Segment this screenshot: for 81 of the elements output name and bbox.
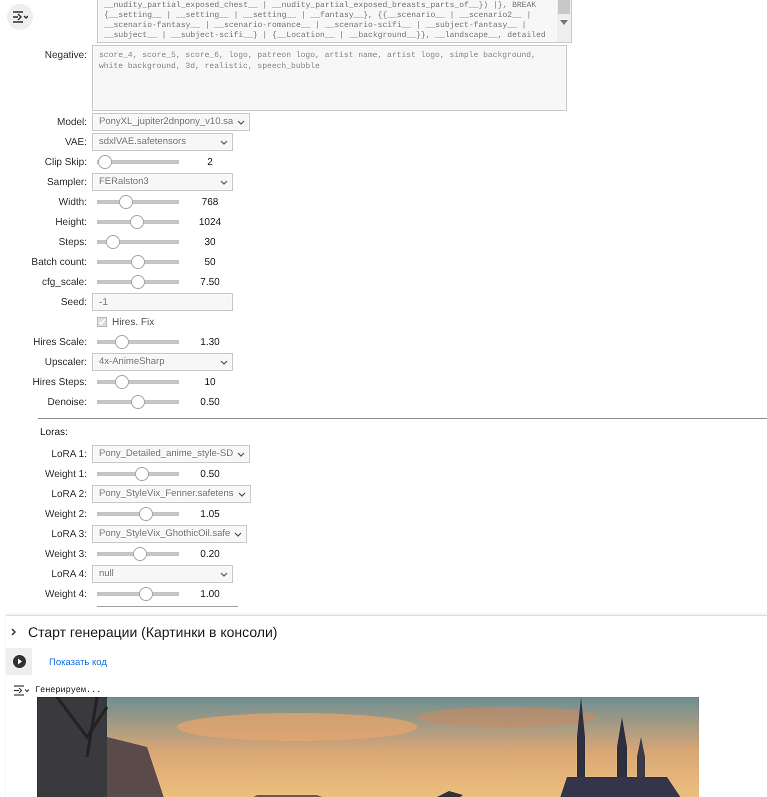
- slider-value: 2: [206, 156, 214, 170]
- caret-icon: [220, 140, 228, 144]
- field-label: Denoise:: [46, 396, 88, 410]
- seed-field[interactable]: -1: [92, 293, 233, 311]
- field-label: Sampler:: [46, 176, 88, 190]
- caret-icon: [237, 452, 246, 456]
- dropdown[interactable]: Pony_Detailed_anime_style-SD: [92, 445, 250, 463]
- slider-value: 1.30: [199, 336, 221, 350]
- field-label: Weight 4:: [44, 588, 88, 602]
- slider-value: 30: [203, 236, 217, 250]
- dropdown[interactable]: null: [92, 565, 233, 583]
- caret-icon: [220, 572, 228, 576]
- caret-icon: [238, 492, 246, 496]
- field-label: Model:: [56, 116, 88, 130]
- dropdown[interactable]: FERalston3: [92, 173, 233, 191]
- negative-prompt-field[interactable]: score_4, score_5, score_6, logo, patreon logo, artist name, artist logo, simple background, white background, 3d, realistic, speech_bubble: [92, 45, 567, 111]
- field-label: Seed:: [60, 296, 88, 310]
- slider-thumb[interactable]: [106, 235, 120, 249]
- cell-title: Старт генерации (Картинки в консоли): [28, 622, 278, 642]
- output-toggle-button[interactable]: [7, 4, 33, 30]
- slider-value: 0.50: [199, 468, 221, 482]
- output-text: Генерируем...: [35, 684, 102, 697]
- field-label: Steps:: [58, 236, 88, 250]
- field-label: cfg_scale:: [40, 276, 88, 290]
- slider-value: 1.05: [199, 508, 221, 522]
- slider-thumb[interactable]: [139, 507, 154, 521]
- field-label: VAE:: [64, 136, 88, 150]
- caret-icon: [237, 120, 246, 124]
- dropdown[interactable]: Pony_StyleVix_Fenner.safetens: [92, 485, 250, 503]
- expand-toggle-icon[interactable]: [10, 628, 18, 636]
- slider-thumb[interactable]: [118, 195, 133, 209]
- field-label: Clip Skip:: [44, 156, 88, 170]
- field-label: Height:: [54, 216, 88, 230]
- dropdown[interactable]: 4x-AnimeSharp: [92, 353, 233, 371]
- slider-thumb[interactable]: [130, 215, 144, 229]
- run-button[interactable]: [6, 648, 32, 675]
- caret-icon: [220, 180, 228, 184]
- slider-thumb[interactable]: [135, 467, 150, 481]
- slider-value: 1024: [198, 216, 222, 230]
- slider-thumb[interactable]: [131, 255, 145, 269]
- slider-value: 7.50: [199, 276, 221, 290]
- field-label: Hires Steps:: [32, 376, 88, 390]
- slider-thumb[interactable]: [139, 587, 154, 601]
- slider-value: 0.50: [199, 396, 221, 410]
- slider-thumb[interactable]: [131, 395, 145, 409]
- slider-value: 50: [203, 256, 217, 270]
- field-label: LoRA 1:: [50, 448, 88, 462]
- prompt-field[interactable]: __nudity_partial_exposed_chest__ | __nudity_partial_exposed_breasts_parts_of__}) |}, BREAK {__setting__ | __setting__ | __setting__ | __fantasy__}, {{__scenario__ | __scenario2__ | __scenario-fantasy__ | __scenario-romance__ | __scenario-scifi__ | __subject-fantasy__ | __subject__ | __subject-scifi__} | {__Location__ | __background__}}, __landscape__, detailed: [97, 0, 572, 43]
- slider-thumb[interactable]: [114, 375, 129, 389]
- field-label: Width:: [58, 196, 88, 210]
- caret-icon: [220, 360, 228, 364]
- slider-value: 0.20: [199, 548, 221, 562]
- slider-thumb[interactable]: [131, 275, 145, 289]
- slider-value: 768: [200, 196, 220, 210]
- dropdown[interactable]: Pony_StyleVix_GhothicOil.safe: [92, 525, 248, 543]
- output-toggle-icon[interactable]: [13, 684, 29, 696]
- slider-thumb[interactable]: [114, 335, 129, 349]
- field-label: LoRA 4:: [50, 568, 88, 582]
- dropdown[interactable]: sdxlVAE.safetensors: [92, 133, 233, 151]
- slider-value: 1.00: [199, 588, 221, 602]
- scroll-down-icon[interactable]: [560, 20, 568, 25]
- scrollbar[interactable]: [557, 0, 571, 42]
- slider-thumb[interactable]: [98, 155, 112, 169]
- show-code-link[interactable]: Показать код: [49, 656, 107, 671]
- play-icon[interactable]: [12, 655, 26, 668]
- field-label: Batch count:: [30, 256, 88, 270]
- checkbox-label: Hires. Fix: [112, 316, 154, 330]
- dropdown[interactable]: PonyXL_jupiter2dnpony_v10.sa: [92, 113, 250, 131]
- slider-thumb[interactable]: [132, 547, 147, 561]
- field-label: Weight 1:: [44, 468, 88, 482]
- field-label: Weight 3:: [44, 548, 88, 562]
- field-label: Hires Scale:: [32, 336, 88, 350]
- field-label: LoRA 2:: [50, 488, 88, 502]
- field-label: Negative:: [44, 49, 88, 63]
- field-label: Upscaler:: [44, 356, 88, 370]
- section-heading: Loras:: [40, 426, 69, 440]
- field-label: LoRA 3:: [50, 528, 88, 542]
- field-label: Weight 2:: [44, 508, 88, 522]
- caret-icon: [234, 532, 242, 536]
- slider-value: 10: [203, 376, 217, 390]
- output-toggle-icon[interactable]: [12, 11, 28, 23]
